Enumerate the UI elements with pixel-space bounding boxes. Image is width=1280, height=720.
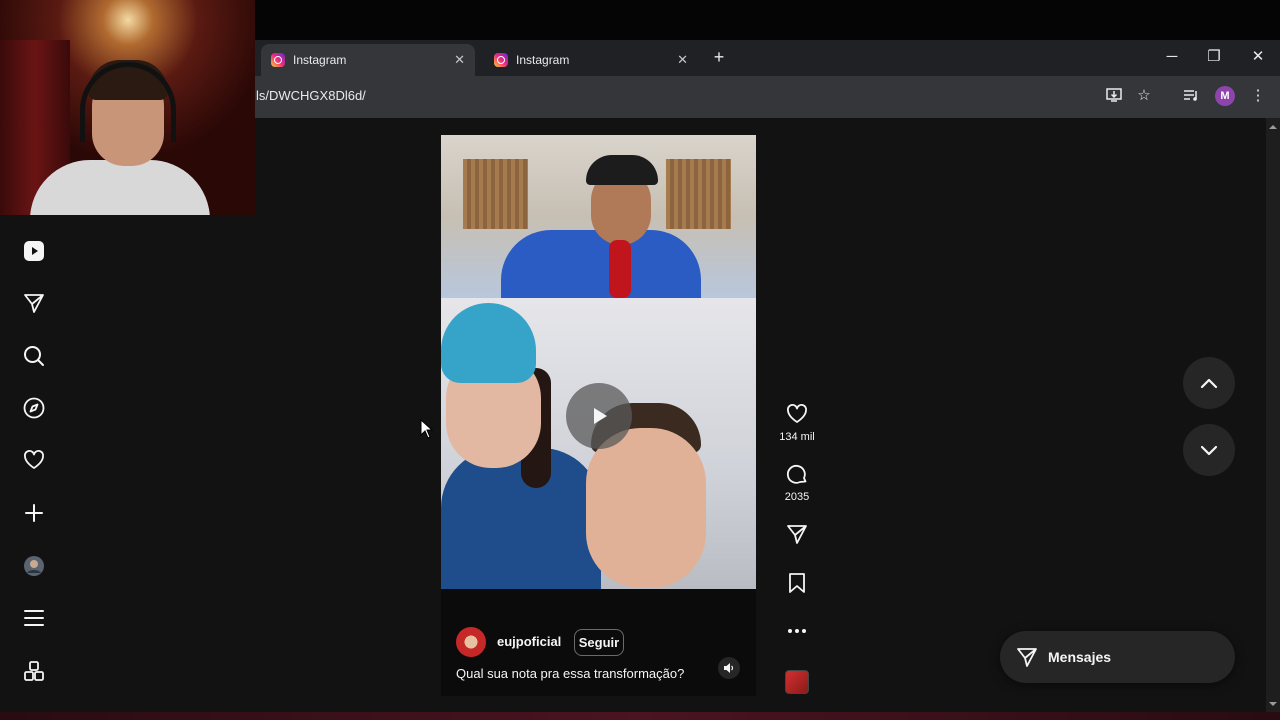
tab-label: Instagram [293,53,347,67]
share-send-icon[interactable] [784,521,810,547]
reels-icon[interactable] [21,238,47,264]
webcam-overlay [0,0,255,215]
page-scrollbar[interactable] [1266,118,1280,712]
messages-label: Mensajes [1048,649,1112,665]
reading-list-icon[interactable] [1181,86,1201,106]
search-icon[interactable] [21,343,47,369]
taskbar-edge [0,712,1280,720]
reel-video-top-frame [441,135,756,300]
comment-count: 2035 [784,491,810,503]
address-bar[interactable]: ls/DWCHGX8Dl6d/ [256,88,366,103]
close-tab-icon[interactable]: ✕ [454,52,465,68]
like-heart-icon[interactable] [784,401,810,427]
chevron-down-icon [1200,445,1218,456]
minimize-icon[interactable]: ─ [1162,47,1182,67]
play-button-icon[interactable] [566,383,632,449]
sound-icon[interactable] [718,657,740,679]
reel-caption: Qual sua nota pra essa transformação? [456,666,685,681]
save-bookmark-icon[interactable] [784,570,810,596]
window-close-icon[interactable]: ✕ [1248,47,1268,67]
previous-reel-button[interactable] [1183,357,1235,409]
tab-instagram-active[interactable]: Instagram ✕ [261,44,475,76]
chevron-up-icon [1200,378,1218,389]
comment-icon[interactable] [784,462,810,488]
follow-button[interactable]: Seguir [574,629,624,656]
heart-icon[interactable] [21,447,47,473]
menu-icon[interactable] [21,605,47,631]
more-options-icon[interactable] [784,618,810,644]
author-username[interactable]: eujpoficial [497,634,561,649]
toolbar [255,76,1280,118]
tab-instagram[interactable]: Instagram ✕ [484,44,698,76]
tab-label: Instagram [516,53,570,67]
close-tab-icon[interactable]: ✕ [677,52,688,68]
mouse-cursor-icon [420,418,434,444]
plus-icon[interactable] [21,500,47,526]
send-icon[interactable] [21,290,47,316]
instagram-icon [271,53,285,67]
next-reel-button[interactable] [1183,424,1235,476]
messages-button[interactable]: Mensajes [1000,631,1235,683]
profile-avatar-icon[interactable] [21,553,47,579]
apps-icon[interactable] [21,658,47,684]
like-count: 134 mil [779,431,815,443]
instagram-icon [494,53,508,67]
author-avatar[interactable] [456,627,486,657]
compass-icon[interactable] [21,395,47,421]
new-tab-plus-icon[interactable]: + [709,47,729,67]
profile-avatar[interactable]: M [1215,86,1235,106]
bookmark-star-icon[interactable]: ☆ [1134,86,1154,106]
send-icon [1017,648,1037,667]
original-audio-thumbnail[interactable] [785,670,809,694]
kebab-menu-icon[interactable]: ⋮ [1248,86,1268,106]
install-app-icon[interactable] [1104,86,1124,106]
restore-icon[interactable]: ❐ [1204,47,1224,67]
